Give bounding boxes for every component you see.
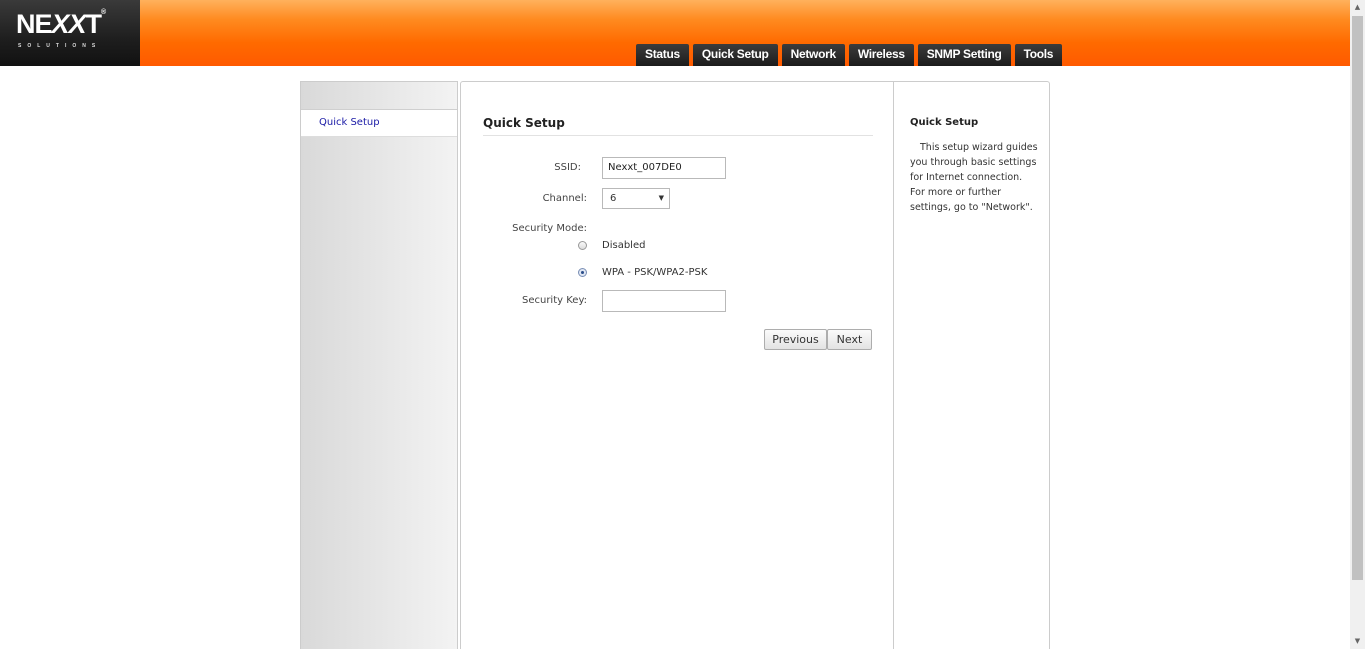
tab-wireless[interactable]: Wireless bbox=[848, 44, 914, 66]
vertical-scrollbar[interactable]: ▲ ▼ bbox=[1350, 0, 1365, 649]
logo-tagline: SOLUTIONS bbox=[18, 43, 102, 49]
chevron-down-icon: ▼ bbox=[658, 194, 664, 202]
channel-label: Channel: bbox=[542, 193, 587, 204]
security-key-label: Security Key: bbox=[521, 295, 587, 306]
security-mode-label: Security Mode: bbox=[512, 223, 587, 234]
sidebar: Quick Setup bbox=[300, 81, 458, 649]
channel-select[interactable]: 6 ▼ bbox=[602, 188, 670, 209]
main-panel: Quick Setup SSID: Nexxt_007DE0 Channel: … bbox=[460, 81, 1050, 649]
tab-snmp-setting[interactable]: SNMP Setting bbox=[917, 44, 1011, 66]
tab-network[interactable]: Network bbox=[781, 44, 845, 66]
scroll-down-arrow-icon[interactable]: ▼ bbox=[1350, 634, 1365, 649]
previous-button[interactable]: Previous bbox=[764, 329, 827, 350]
logo-wordmark: NEXXT® bbox=[16, 9, 106, 39]
scrollbar-thumb[interactable] bbox=[1352, 16, 1363, 580]
channel-value: 6 bbox=[610, 193, 617, 204]
scroll-up-arrow-icon[interactable]: ▲ bbox=[1350, 0, 1365, 15]
security-mode-disabled-label: Disabled bbox=[602, 240, 646, 251]
title-divider bbox=[483, 135, 873, 136]
help-text: This setup wizard guides you through bas… bbox=[910, 142, 1038, 213]
next-button[interactable]: Next bbox=[827, 329, 872, 350]
help-divider bbox=[893, 82, 894, 649]
security-mode-wpa-label: WPA - PSK/WPA2-PSK bbox=[602, 267, 708, 278]
ssid-label: SSID: bbox=[554, 162, 581, 173]
header-bar: NEXXT® SOLUTIONS Status Quick Setup Netw… bbox=[0, 0, 1350, 66]
tab-status[interactable]: Status bbox=[636, 44, 689, 66]
main-nav-tabs: Status Quick Setup Network Wireless SNMP… bbox=[636, 44, 1066, 66]
nexxt-logo: NEXXT® SOLUTIONS bbox=[0, 0, 140, 66]
security-mode-disabled-radio[interactable] bbox=[578, 241, 587, 250]
page-title: Quick Setup bbox=[483, 116, 565, 130]
security-mode-wpa-radio[interactable] bbox=[578, 268, 587, 277]
tab-tools[interactable]: Tools bbox=[1014, 44, 1063, 66]
security-key-input[interactable] bbox=[602, 290, 726, 312]
tab-quick-setup[interactable]: Quick Setup bbox=[692, 44, 778, 66]
help-title: Quick Setup bbox=[910, 117, 979, 128]
ssid-input[interactable]: Nexxt_007DE0 bbox=[602, 157, 726, 179]
sidebar-item-quick-setup[interactable]: Quick Setup bbox=[301, 110, 457, 137]
